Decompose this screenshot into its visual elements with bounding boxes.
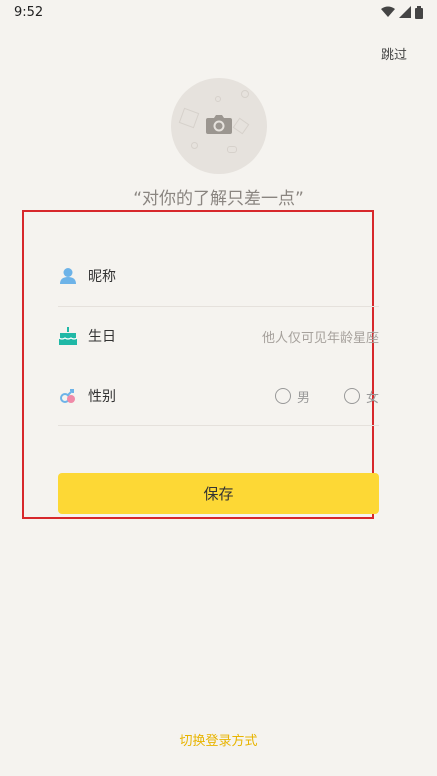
birthday-label: 生日 <box>88 329 116 345</box>
cake-icon <box>58 326 78 346</box>
switch-login-link[interactable]: 切换登录方式 <box>0 730 437 749</box>
status-time: 9:52 <box>14 4 44 20</box>
gender-icon <box>58 386 78 406</box>
battery-icon <box>415 5 423 19</box>
gender-male-radio[interactable]: 男 <box>274 387 310 406</box>
birthday-hint: 他人仅可见年龄星座 <box>261 330 379 346</box>
gender-row: 性别 男 女 <box>58 366 379 426</box>
divider <box>58 425 379 426</box>
birthday-row[interactable]: 生日 他人仅可见年龄星座 <box>58 306 379 366</box>
nickname-input[interactable] <box>289 265 379 287</box>
decor-shape <box>241 90 249 98</box>
gender-male-label: 男 <box>296 390 310 406</box>
wifi-icon <box>381 6 395 17</box>
person-icon <box>58 266 78 286</box>
nickname-row[interactable]: 昵称 <box>58 246 379 306</box>
decor-shape <box>215 96 221 102</box>
decor-shape <box>178 107 200 129</box>
tagline: “对你的了解只差一点” <box>133 189 304 209</box>
radio-circle[interactable] <box>343 388 360 404</box>
radio-circle[interactable] <box>274 388 291 404</box>
status-icons <box>381 5 423 19</box>
decor-shape <box>232 117 250 135</box>
status-bar: 9:52 <box>0 0 437 24</box>
decor-shape <box>191 142 198 149</box>
decor-shape <box>227 146 237 153</box>
save-button[interactable]: 保存 <box>58 473 379 514</box>
gender-female-radio[interactable]: 女 <box>343 387 379 406</box>
avatar-upload[interactable] <box>171 78 267 174</box>
gender-radio-group: 男 女 <box>241 387 379 406</box>
signal-icon <box>399 6 411 18</box>
nickname-label: 昵称 <box>88 269 116 285</box>
gender-label: 性别 <box>88 389 116 405</box>
gender-female-label: 女 <box>365 390 379 406</box>
camera-icon <box>206 115 232 134</box>
skip-button[interactable]: 跳过 <box>381 44 407 63</box>
